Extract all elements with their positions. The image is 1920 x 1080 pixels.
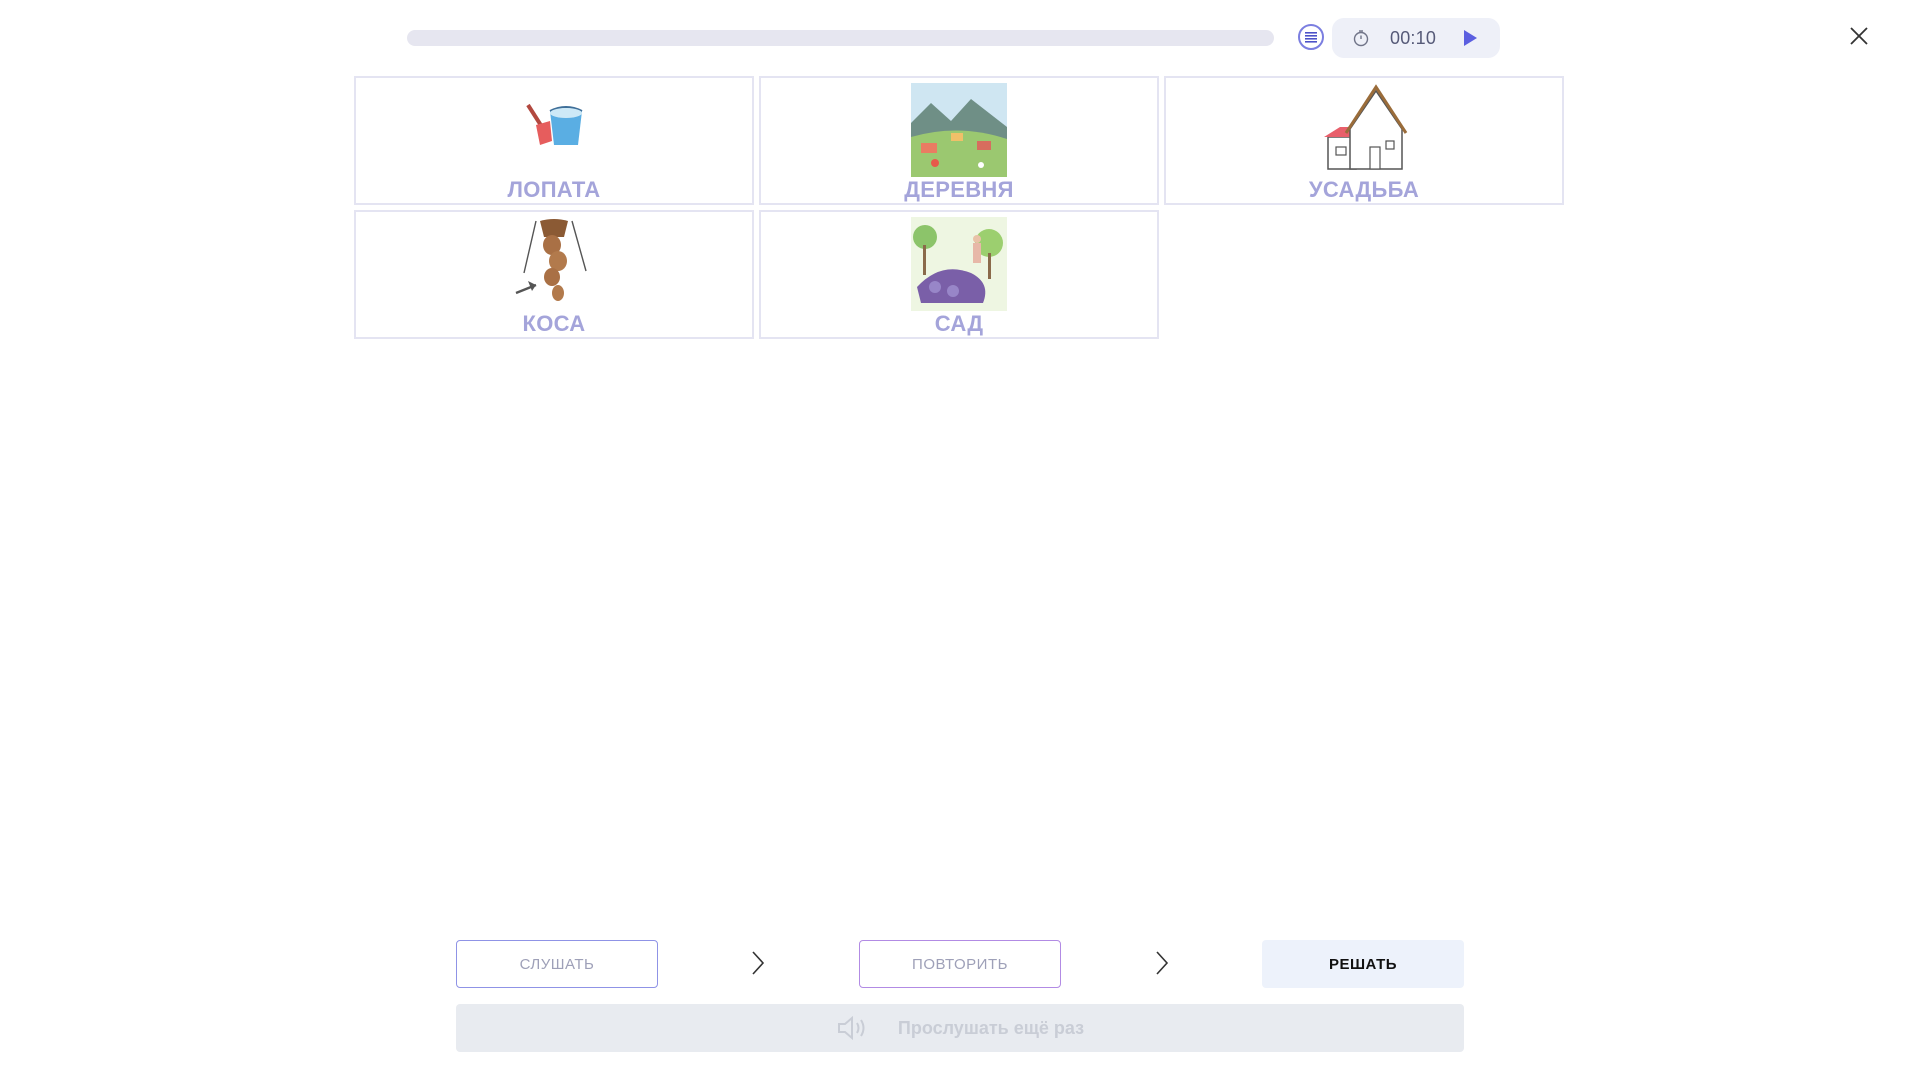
word-card[interactable]: КОСА xyxy=(354,210,754,339)
word-card[interactable]: УСАДЬБА xyxy=(1164,76,1564,205)
play-icon xyxy=(1464,30,1477,46)
listen-button[interactable]: СЛУШАТЬ xyxy=(456,940,658,988)
replay-button[interactable]: Прослушать ещё раз xyxy=(456,1004,1464,1052)
card-label: УСАДЬБА xyxy=(1308,177,1420,202)
progress-bar xyxy=(407,30,1274,46)
timer: 00:10 xyxy=(1332,18,1500,58)
replay-label: Прослушать ещё раз xyxy=(897,1017,1085,1038)
garden-picture xyxy=(911,217,1007,311)
word-card[interactable]: САД xyxy=(759,210,1159,339)
card-label: САД xyxy=(934,311,984,336)
list-icon xyxy=(1305,32,1317,43)
shovel-bucket-icon xyxy=(506,83,602,177)
repeat-button[interactable]: ПОВТОРИТЬ xyxy=(859,940,1061,988)
house-icon xyxy=(1316,83,1412,177)
speaker-icon xyxy=(837,1015,865,1041)
task-list-button[interactable] xyxy=(1298,24,1324,50)
braid-icon xyxy=(506,217,602,311)
chevron-right-icon xyxy=(1156,951,1169,975)
chevron-right-icon xyxy=(752,951,765,975)
stopwatch-icon xyxy=(1352,28,1372,48)
card-label: ДЕРЕВНЯ xyxy=(904,177,1014,202)
card-label: КОСА xyxy=(522,311,586,336)
play-button[interactable] xyxy=(1462,29,1480,47)
timer-value: 00:10 xyxy=(1390,27,1437,48)
word-card[interactable]: ДЕРЕВНЯ xyxy=(759,76,1159,205)
word-card[interactable]: ЛОПАТА xyxy=(354,76,754,205)
solve-button[interactable]: РЕШАТЬ xyxy=(1262,940,1464,988)
close-icon xyxy=(1850,27,1868,45)
close-button[interactable] xyxy=(1848,25,1870,47)
village-landscape-picture xyxy=(911,83,1007,177)
card-label: ЛОПАТА xyxy=(507,177,601,202)
